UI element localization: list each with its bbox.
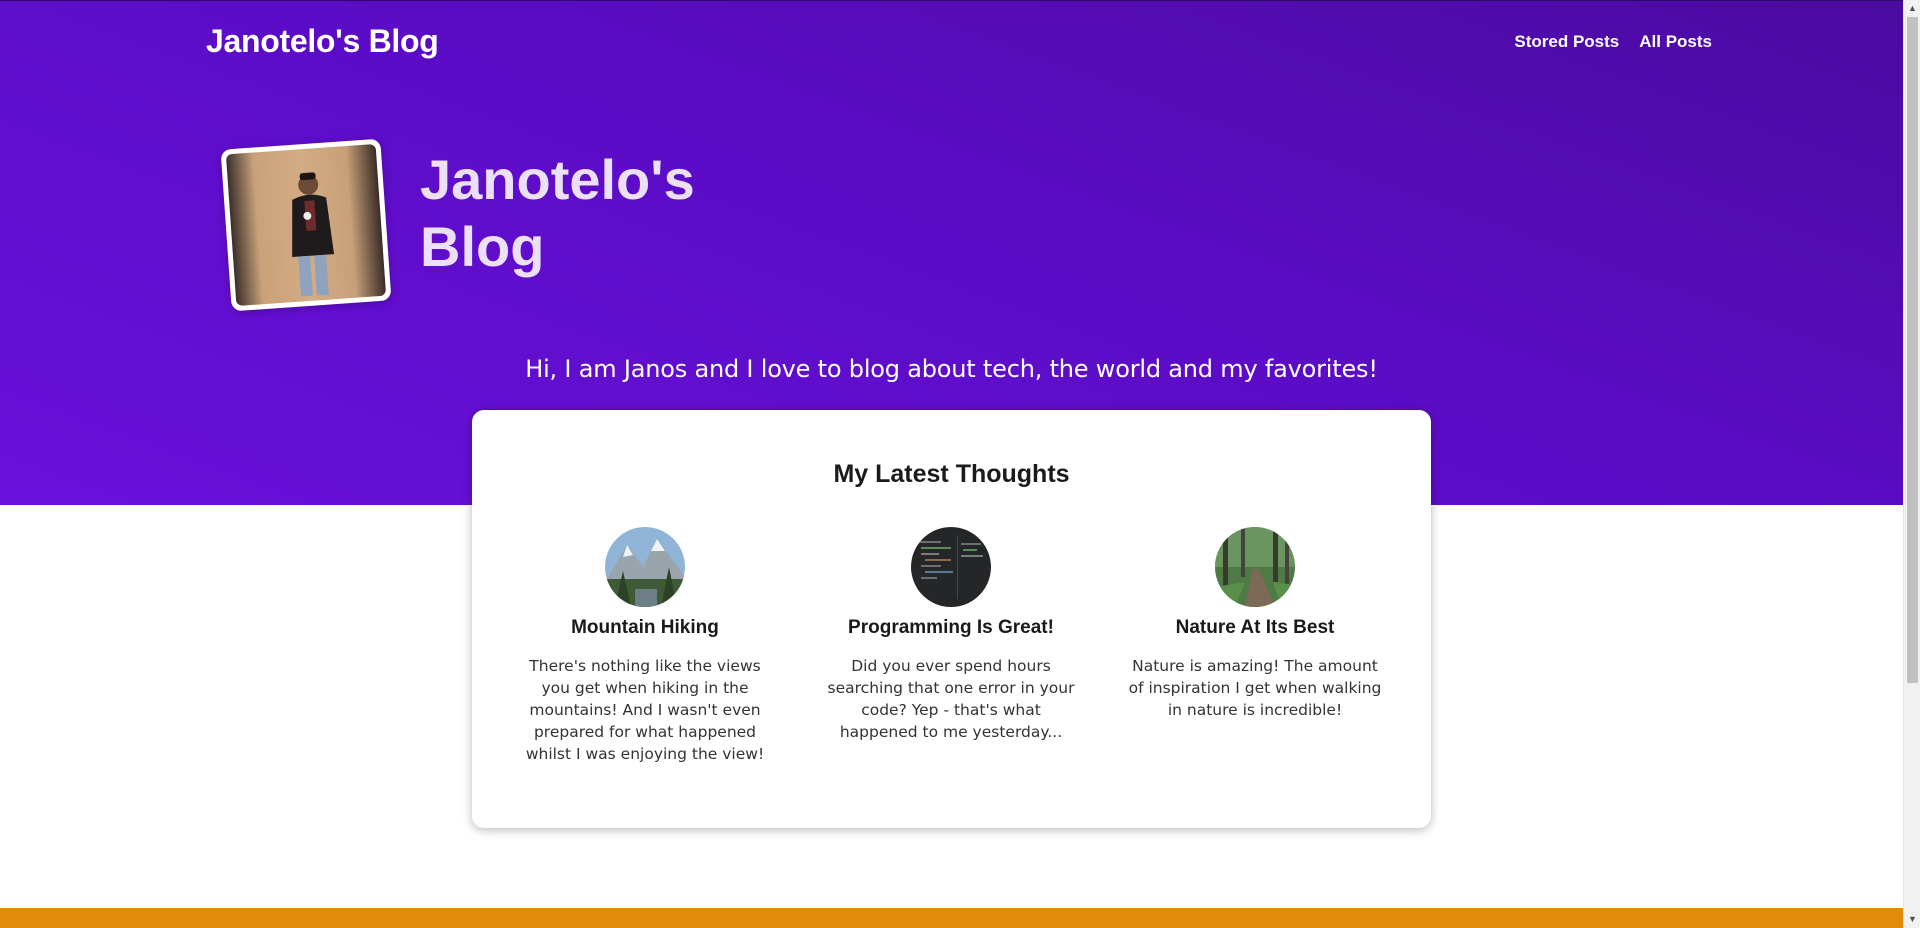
scroll-down-arrow-icon[interactable]: ▼ [1904, 911, 1920, 928]
post-excerpt: Did you ever spend hours searching that … [827, 657, 1075, 741]
footer-accent-bar [0, 908, 1903, 928]
forest-path-image[interactable] [1215, 527, 1295, 607]
scrollbar-thumb[interactable] [1907, 17, 1918, 683]
mountain-landscape-image[interactable] [605, 527, 685, 607]
page: Janotelo's Blog Stored Posts All Posts J… [0, 0, 1903, 928]
nav-link-stored-posts[interactable]: Stored Posts [1514, 32, 1619, 52]
post-card-mountain-hiking[interactable]: Mountain Hiking There's nothing like the… [514, 527, 776, 765]
nav-link-all-posts[interactable]: All Posts [1639, 32, 1712, 52]
post-title[interactable]: Programming Is Great! [820, 617, 1082, 639]
site-title-link[interactable]: Janotelo's Blog [206, 23, 439, 60]
main-nav: Stored Posts All Posts [1514, 32, 1712, 52]
vertical-scrollbar[interactable]: ▲ ▼ [1903, 0, 1920, 928]
author-avatar [220, 138, 392, 312]
scroll-up-arrow-icon[interactable]: ▲ [1904, 0, 1920, 17]
hero-title-line1: Janotelo's [420, 148, 695, 211]
hero-tagline: Hi, I am Janos and I love to blog about … [525, 355, 1378, 383]
post-excerpt: There's nothing like the views you get w… [525, 657, 765, 763]
hero-title-line2: Blog [420, 215, 545, 278]
latest-posts-card: My Latest Thoughts Mountain Hiking There… [472, 410, 1431, 828]
person-figure-icon [292, 172, 335, 297]
hero-title: Janotelo's Blog [420, 146, 720, 280]
author-photo [225, 143, 387, 307]
post-title[interactable]: Mountain Hiking [514, 617, 776, 639]
post-excerpt: Nature is amazing! The amount of inspira… [1128, 657, 1382, 719]
post-title[interactable]: Nature At Its Best [1124, 617, 1386, 639]
post-card-programming[interactable]: Programming Is Great! Did you ever spend… [820, 527, 1082, 743]
post-card-nature[interactable]: Nature At Its Best Nature is amazing! Th… [1124, 527, 1386, 721]
code-editor-image[interactable] [911, 527, 991, 607]
latest-posts-heading: My Latest Thoughts [833, 460, 1070, 488]
